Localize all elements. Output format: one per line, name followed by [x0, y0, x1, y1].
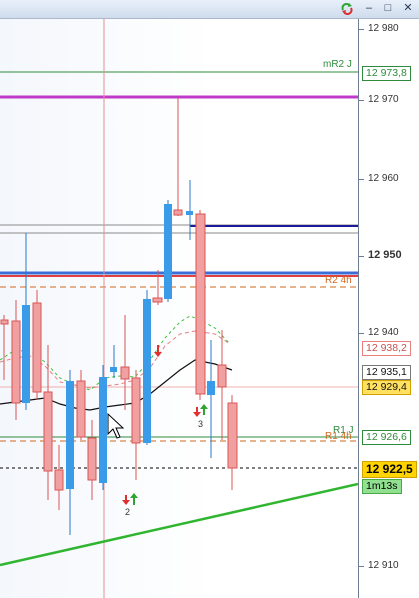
- candle: [66, 381, 74, 489]
- ma-black-price-tag: 12 935,1: [362, 365, 411, 380]
- mouse-cursor-icon: [107, 412, 125, 439]
- candles: [0, 98, 238, 535]
- maximize-button[interactable]: □: [381, 2, 395, 15]
- candle: [152, 297, 163, 303]
- candle: [120, 366, 130, 380]
- up-arrow-icon: [130, 493, 138, 505]
- candle: [110, 367, 117, 372]
- tick-mark: [359, 179, 364, 180]
- tick-mark: [359, 29, 364, 30]
- r1-4h-level-label: R1 4h: [325, 431, 352, 442]
- window-titlebar: – □ ✕: [0, 0, 419, 19]
- candle: [99, 377, 107, 483]
- candle: [164, 204, 172, 299]
- down-arrow-icon: [122, 495, 130, 505]
- tick-label: 12 910: [368, 560, 399, 571]
- up-arrow-icon: [200, 404, 208, 415]
- down-arrow-icon: [154, 345, 162, 357]
- candle: [186, 211, 193, 215]
- last-price-tag: 12 922,5: [362, 461, 417, 478]
- signal-label-3: 3: [198, 419, 204, 429]
- tick-mark: [359, 100, 364, 101]
- tick-mark: [359, 566, 364, 567]
- price-axis[interactable]: 12 980 12 970 12 960 12 950 12 940 12 91…: [358, 19, 419, 598]
- refresh-icon[interactable]: [340, 2, 354, 15]
- ma-red-price-tag: 12 938,2: [362, 341, 411, 356]
- tick-mark: [359, 333, 364, 334]
- tick-mark: [359, 256, 364, 257]
- candle: [227, 402, 238, 469]
- down-arrow-icon: [193, 407, 201, 417]
- candle: [131, 377, 141, 444]
- candle: [207, 381, 215, 395]
- chart-canvas: [0, 19, 358, 598]
- mr2-level-label: mR2 J: [323, 59, 352, 70]
- candle: [54, 469, 64, 491]
- candle: [0, 319, 9, 325]
- candle: [43, 391, 53, 472]
- tick-label: 12 980: [368, 23, 399, 34]
- candle: [195, 213, 206, 395]
- tick-label: 12 970: [368, 94, 399, 105]
- candle: [32, 302, 42, 393]
- mr2-price-tag: 12 973,8: [362, 66, 411, 81]
- tick-label: 12 960: [368, 173, 399, 184]
- signal-label-2: 2: [125, 507, 131, 517]
- trend-line: [0, 482, 358, 567]
- tick-label: 12 940: [368, 327, 399, 338]
- r1j-price-tag: 12 929,4: [362, 380, 411, 395]
- close-button[interactable]: ✕: [401, 2, 415, 15]
- candle: [11, 320, 21, 404]
- tick-label-major: 12 950: [368, 249, 402, 261]
- candle: [22, 305, 30, 403]
- candle: [173, 209, 183, 216]
- chart-plot-area[interactable]: 2 3 mR2 J R2 4h R1 J R1 4h: [0, 19, 358, 598]
- bar-timer-tag: 1m13s: [362, 479, 402, 494]
- candle: [143, 299, 151, 443]
- minimize-button[interactable]: –: [362, 2, 376, 15]
- candle: [217, 364, 227, 388]
- r2-level-label: R2 4h: [325, 275, 352, 286]
- candle: [87, 437, 97, 481]
- r1-4h-price-tag: 12 926,6: [362, 430, 411, 445]
- candle: [76, 380, 86, 438]
